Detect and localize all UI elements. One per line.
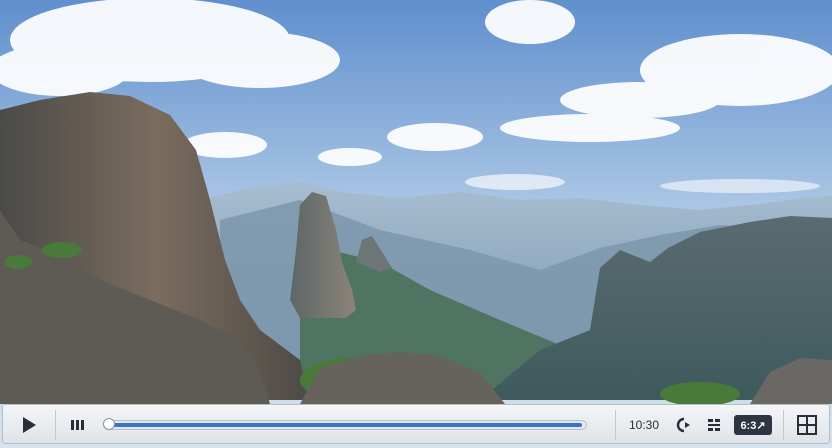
video-frame[interactable] (0, 0, 832, 448)
seek-progress (106, 423, 582, 427)
closed-captions-icon (676, 417, 690, 433)
seek-bar[interactable] (103, 418, 587, 430)
separator (783, 410, 784, 440)
play-icon (23, 417, 36, 433)
volume-icon (71, 420, 84, 430)
captions-button[interactable] (673, 415, 695, 435)
current-time: 10:30 (629, 418, 660, 432)
separator (55, 410, 56, 440)
settings-button[interactable] (703, 415, 725, 435)
fullscreen-icon (797, 415, 817, 435)
settings-icon (708, 419, 720, 431)
player-controls: 10:30 6:3↗ (2, 404, 830, 444)
separator (615, 410, 616, 440)
fullscreen-button[interactable] (795, 413, 819, 437)
seek-handle[interactable] (103, 418, 115, 430)
play-button[interactable] (17, 413, 41, 437)
speed-badge[interactable]: 6:3↗ (734, 415, 772, 435)
volume-button[interactable] (67, 414, 93, 436)
